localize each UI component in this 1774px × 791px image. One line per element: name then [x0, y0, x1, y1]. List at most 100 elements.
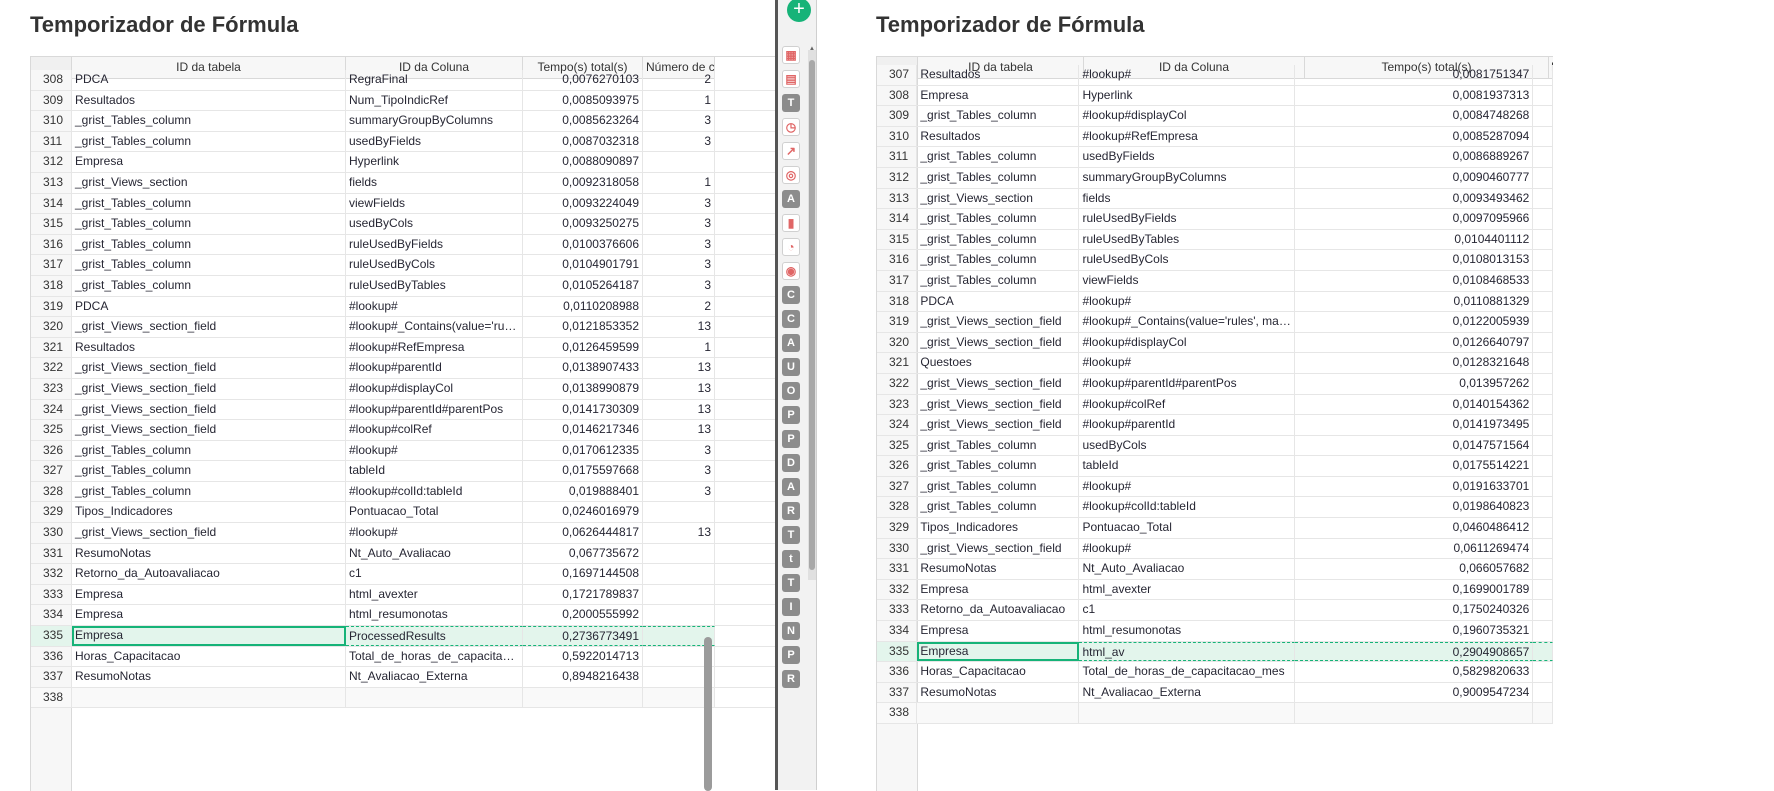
- p-widget-icon-2[interactable]: P: [782, 430, 800, 448]
- cell-count[interactable]: 2: [643, 296, 715, 317]
- cell-total-time[interactable]: 0,2904908657: [1295, 641, 1534, 662]
- row-number[interactable]: 326: [877, 456, 918, 476]
- row-number[interactable]: 309: [877, 106, 918, 126]
- cell-column-id[interactable]: Nt_Avaliacao_Externa: [1079, 682, 1296, 703]
- table-row[interactable]: 318 _grist_Tables_column ruleUsedByTables 0…: [31, 275, 809, 297]
- table-row[interactable]: 308 Empresa Hyperlink 0,0081937313: [877, 85, 1553, 107]
- table-row[interactable]: 332 Retorno_da_Autoavaliacao c1 0,169714450…: [31, 564, 809, 585]
- cell-column-id[interactable]: Hyperlink: [346, 152, 523, 172]
- cell-total-time[interactable]: [523, 687, 643, 708]
- cell-column-id[interactable]: [1079, 703, 1296, 723]
- table-row[interactable]: 312 Empresa Hyperlink 0,0088090897: [31, 152, 809, 173]
- cell-table-id[interactable]: [917, 703, 1080, 723]
- cell-column-id[interactable]: ruleUsedByFields: [1079, 209, 1296, 229]
- cell-table-id[interactable]: _grist_Tables_column: [72, 111, 346, 131]
- d-widget-icon[interactable]: D: [782, 454, 800, 472]
- table-row[interactable]: 326 _grist_Tables_column #lookup# 0,0170612…: [31, 440, 809, 462]
- cell-column-id[interactable]: #lookup#: [346, 296, 523, 317]
- cell-column-id[interactable]: #lookup#parentId: [346, 358, 523, 378]
- cell-column-id[interactable]: html_resumonotas: [346, 605, 523, 626]
- cell-table-id[interactable]: _grist_Views_section_field: [917, 394, 1080, 415]
- row-number[interactable]: 310: [31, 111, 72, 131]
- cell-total-time[interactable]: 0,0085623264: [523, 111, 643, 131]
- row-number[interactable]: 322: [877, 373, 918, 394]
- card-widget-icon[interactable]: ▤: [782, 70, 800, 88]
- cell-column-id[interactable]: ruleUsedByFields: [346, 234, 523, 255]
- cell-table-id[interactable]: _grist_Views_section: [72, 172, 346, 193]
- cell-column-id[interactable]: fields: [346, 172, 523, 193]
- cell-total-time[interactable]: 0,5829820633: [1295, 662, 1534, 682]
- cell-count[interactable]: 3: [643, 481, 715, 502]
- cell-column-id[interactable]: #lookup#parentId#parentPos: [1079, 373, 1296, 394]
- cell-table-id[interactable]: Tipos_Indicadores: [72, 502, 346, 523]
- cell-total-time[interactable]: 0,0084748268: [1295, 106, 1534, 126]
- cell-column-id[interactable]: summaryGroupByColumns: [346, 111, 523, 131]
- cell-table-id[interactable]: _grist_Tables_column: [917, 497, 1080, 518]
- table-row[interactable]: 307 Resultados #lookup# 0,0081751347: [877, 65, 1553, 86]
- table-row[interactable]: 313 _grist_Views_section fields 0,009231805…: [31, 172, 809, 194]
- row-number[interactable]: 313: [31, 172, 72, 193]
- cell-count[interactable]: 13: [643, 378, 715, 399]
- cell-table-id[interactable]: PDCA: [72, 296, 346, 317]
- row-number[interactable]: 326: [31, 440, 72, 461]
- cell-column-id[interactable]: ProcessedResults: [346, 626, 523, 646]
- row-number[interactable]: 332: [877, 579, 918, 600]
- cell-table-id[interactable]: Empresa: [917, 579, 1080, 600]
- cell-column-id[interactable]: #lookup#: [346, 523, 523, 543]
- cell-column-id[interactable]: Pontuacao_Total: [346, 502, 523, 523]
- table-row[interactable]: 317 _grist_Tables_column ruleUsedByCols 0,0…: [31, 255, 809, 276]
- cell-table-id[interactable]: _grist_Tables_column: [72, 214, 346, 234]
- row-number[interactable]: 325: [877, 435, 918, 456]
- row-number[interactable]: 318: [877, 291, 918, 312]
- cell-column-id[interactable]: Nt_Auto_Avaliacao: [1079, 559, 1296, 579]
- cell-total-time[interactable]: 0,0191633701: [1295, 476, 1534, 497]
- table-row[interactable]: 331 ResumoNotas Nt_Auto_Avaliacao 0,0660576…: [877, 559, 1553, 580]
- cell-total-time[interactable]: 0,0141973495: [1295, 415, 1534, 435]
- cell-column-id[interactable]: c1: [346, 564, 523, 584]
- cell-table-id[interactable]: _grist_Views_section: [917, 188, 1080, 209]
- chart-bar-icon[interactable]: ▮: [782, 214, 800, 232]
- cell-total-time[interactable]: 0,0105264187: [523, 275, 643, 296]
- row-number[interactable]: 311: [877, 147, 918, 167]
- row-number[interactable]: 330: [877, 538, 918, 559]
- row-number[interactable]: 336: [31, 646, 72, 667]
- cell-count[interactable]: [1533, 559, 1553, 579]
- row-number[interactable]: 322: [31, 358, 72, 378]
- cell-table-id[interactable]: PDCA: [917, 291, 1080, 312]
- row-number[interactable]: 316: [877, 250, 918, 270]
- cell-count[interactable]: [643, 543, 715, 564]
- t-lower-widget-icon[interactable]: t: [782, 550, 800, 568]
- cell-table-id[interactable]: PDCA: [72, 70, 346, 90]
- table-row[interactable]: 315 _grist_Tables_column usedByCols 0,00932…: [31, 214, 809, 235]
- row-number[interactable]: 307: [877, 65, 918, 85]
- row-number[interactable]: 338: [877, 703, 918, 723]
- row-number[interactable]: 315: [31, 214, 72, 234]
- table-row[interactable]: 321 Questoes #lookup# 0,0128321648: [877, 353, 1553, 374]
- o-widget-icon[interactable]: O: [782, 382, 800, 400]
- table-row[interactable]: 327 _grist_Tables_column #lookup# 0,0191633…: [877, 476, 1553, 498]
- i-widget-icon[interactable]: I: [782, 598, 800, 616]
- table-row[interactable]: 322 _grist_Views_section_field #lookup#par…: [31, 358, 809, 379]
- table-row[interactable]: 319 PDCA #lookup# 0,0110208988 2: [31, 296, 809, 318]
- cell-count[interactable]: [1533, 147, 1553, 167]
- cell-count[interactable]: 1: [643, 337, 715, 358]
- table-row[interactable]: 333 Retorno_da_Autoavaliacao c1 0,175024032…: [877, 600, 1553, 622]
- cell-total-time[interactable]: 0,0110881329: [1295, 291, 1534, 312]
- row-number[interactable]: 319: [877, 312, 918, 332]
- table-row[interactable]: 312 _grist_Tables_column summaryGroupByCol…: [877, 167, 1553, 189]
- t-widget-icon-3[interactable]: T: [782, 574, 800, 592]
- cell-column-id[interactable]: #lookup#displayCol: [1079, 332, 1296, 353]
- cell-column-id[interactable]: Total_de_horas_de_capacitacao_mes: [1079, 662, 1296, 682]
- table-row[interactable]: 322 _grist_Views_section_field #lookup#par…: [877, 373, 1553, 395]
- cell-table-id[interactable]: Empresa: [917, 641, 1080, 662]
- cell-column-id[interactable]: summaryGroupByColumns: [1079, 167, 1296, 188]
- row-number[interactable]: 310: [877, 126, 918, 147]
- chart-line-icon[interactable]: ↗: [782, 142, 800, 160]
- cell-count[interactable]: [1533, 435, 1553, 456]
- table-row[interactable]: 326 _grist_Tables_column tableId 0,01755142…: [877, 456, 1553, 477]
- table-row[interactable]: 323 _grist_Views_section_field #lookup#col…: [877, 394, 1553, 416]
- target-icon[interactable]: ◎: [782, 166, 800, 184]
- cell-column-id[interactable]: Hyperlink: [1079, 85, 1296, 106]
- cell-total-time[interactable]: 0,0093224049: [523, 193, 643, 214]
- cell-column-id[interactable]: viewFields: [1079, 270, 1296, 291]
